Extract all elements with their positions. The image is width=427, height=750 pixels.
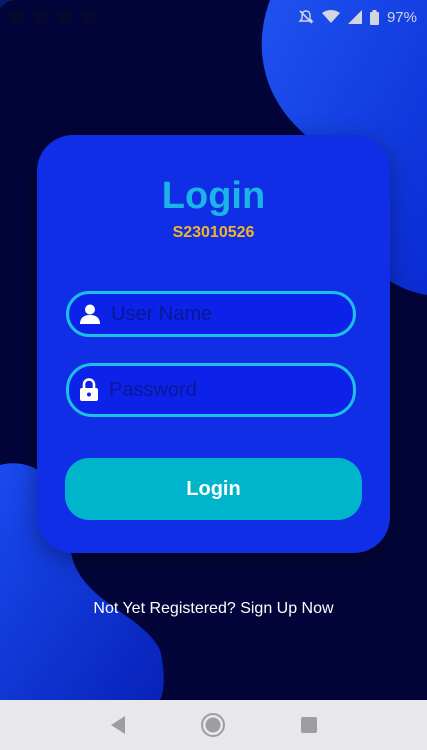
- signup-link[interactable]: Not Yet Registered? Sign Up Now: [0, 600, 427, 618]
- notification-icon: [34, 11, 48, 23]
- lock-icon: [79, 378, 99, 402]
- user-icon: [79, 302, 101, 326]
- signal-icon: [347, 10, 362, 24]
- navigation-bar: [0, 700, 427, 750]
- username-field[interactable]: [66, 291, 376, 337]
- login-card: Login S23010526 Login: [37, 135, 390, 553]
- mute-icon: [298, 9, 314, 25]
- back-icon[interactable]: [98, 705, 138, 745]
- system-icons: 97%: [298, 9, 417, 26]
- password-input[interactable]: [109, 366, 374, 414]
- battery-percent: 97%: [386, 8, 417, 26]
- home-icon[interactable]: [193, 705, 233, 745]
- login-screen: 97% Login S23010526 Login Not Yet Regist…: [0, 0, 427, 750]
- notification-icon: [82, 11, 96, 23]
- notification-icon: [58, 11, 72, 23]
- username-input[interactable]: [111, 294, 376, 334]
- notification-icon: [10, 11, 24, 23]
- wifi-icon: [321, 10, 340, 24]
- login-button[interactable]: Login: [65, 458, 362, 520]
- notification-icons: [10, 11, 96, 23]
- student-id-label: S23010526: [172, 224, 255, 241]
- recents-icon[interactable]: [289, 705, 329, 745]
- login-title: Login: [161, 175, 266, 217]
- status-bar: 97%: [0, 0, 427, 34]
- password-field[interactable]: [66, 363, 374, 417]
- battery-icon: [369, 9, 379, 25]
